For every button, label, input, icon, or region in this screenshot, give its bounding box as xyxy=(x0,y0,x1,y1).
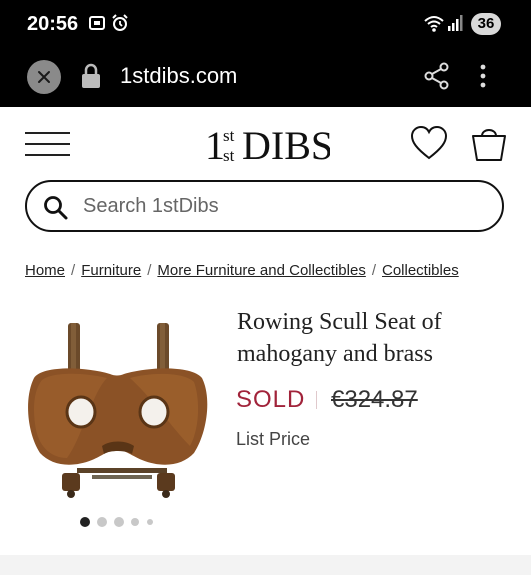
browser-chrome: 20:56 36 1stdibs.com xyxy=(0,0,531,107)
svg-text:DIBS: DIBS xyxy=(242,123,330,168)
product-image[interactable] xyxy=(22,318,212,500)
list-price-label: List Price xyxy=(236,429,311,449)
menu-line xyxy=(25,154,70,156)
menu-button[interactable] xyxy=(25,130,70,158)
breadcrumb: Home / Furniture / More Furniture and Collec… xyxy=(25,262,515,279)
price-divider xyxy=(316,391,317,409)
product-price: €324.87 xyxy=(331,386,418,413)
status-bar: 20:56 36 xyxy=(0,0,531,50)
product-title: Rowing Scull Seat of mahogany and brass xyxy=(237,309,442,367)
breadcrumb-separator: / xyxy=(147,262,152,279)
breadcrumb-separator: / xyxy=(371,262,376,279)
close-tab-button[interactable] xyxy=(27,60,61,94)
breadcrumb-separator: / xyxy=(71,262,76,279)
menu-line xyxy=(25,132,70,134)
shopping-bag-icon[interactable] xyxy=(470,124,508,162)
carousel-dot[interactable] xyxy=(131,518,139,526)
search-icon[interactable] xyxy=(43,195,69,221)
search-input[interactable] xyxy=(83,192,483,220)
signal-icon xyxy=(448,15,463,31)
carousel-dot[interactable] xyxy=(147,519,153,525)
carousel-dot[interactable] xyxy=(80,517,90,527)
site-logo[interactable]: 1 st st DIBS xyxy=(205,121,333,169)
section-divider xyxy=(0,555,531,575)
carousel-dot[interactable] xyxy=(97,517,107,527)
close-icon xyxy=(38,71,50,83)
search-bar[interactable] xyxy=(25,180,504,232)
screen-record-icon xyxy=(89,16,105,30)
status-time: 20:56 xyxy=(27,13,79,35)
lock-icon[interactable] xyxy=(80,62,102,90)
breadcrumb-link-home[interactable]: Home xyxy=(25,262,65,279)
battery-indicator: 36 xyxy=(471,13,501,35)
breadcrumb-link-more-furniture[interactable]: More Furniture and Collectibles xyxy=(157,262,365,279)
sold-status: SOLD xyxy=(236,386,306,413)
more-options-icon[interactable] xyxy=(478,62,488,90)
breadcrumb-link-collectibles[interactable]: Collectibles xyxy=(382,262,459,279)
url-bar: 1stdibs.com xyxy=(0,50,531,107)
wifi-icon xyxy=(424,16,444,32)
breadcrumb-link-furniture[interactable]: Furniture xyxy=(81,262,141,279)
svg-text:1: 1 xyxy=(205,123,225,168)
favorites-heart-icon[interactable] xyxy=(410,125,448,161)
svg-text:st: st xyxy=(223,126,235,145)
menu-line xyxy=(25,143,70,145)
svg-text:st: st xyxy=(223,146,235,165)
alarm-icon xyxy=(112,14,128,31)
logo-mark: 1 st st DIBS xyxy=(205,123,333,168)
carousel-dot[interactable] xyxy=(114,517,124,527)
url-text[interactable]: 1stdibs.com xyxy=(120,63,237,89)
share-icon[interactable] xyxy=(424,62,450,90)
